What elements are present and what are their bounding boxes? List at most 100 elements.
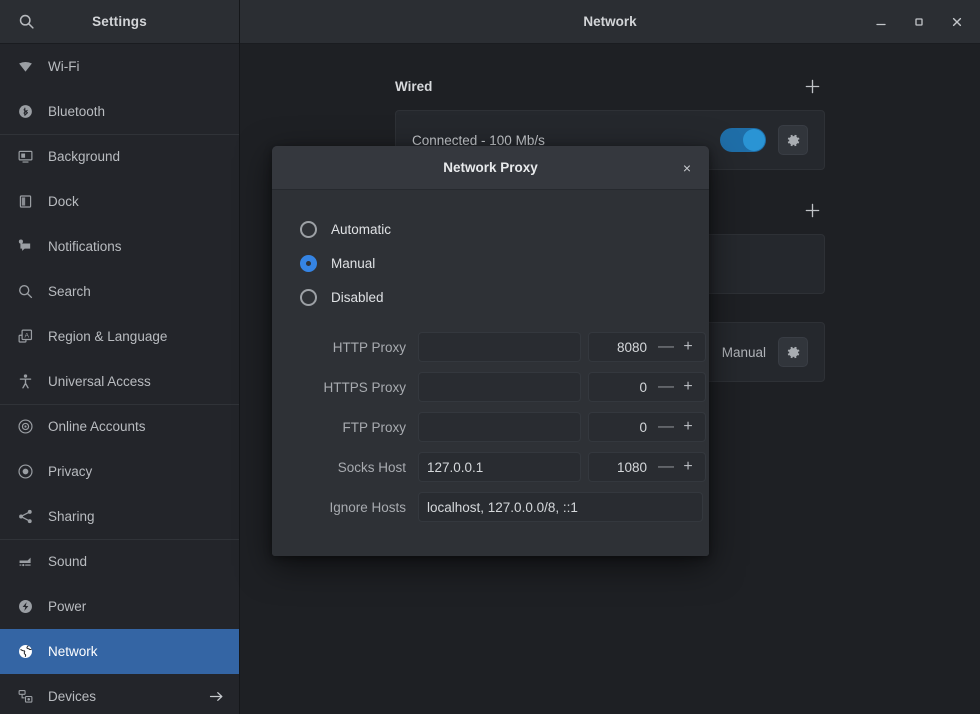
sidebar-header: Settings bbox=[0, 0, 239, 44]
sidebar-item-dock[interactable]: Dock bbox=[0, 179, 239, 224]
https-proxy-port-increment-button[interactable]: + bbox=[677, 374, 699, 400]
search-icon bbox=[16, 283, 34, 301]
sidebar-item-devices[interactable]: Devices bbox=[0, 674, 239, 714]
sidebar-item-network[interactable]: Network bbox=[0, 629, 239, 674]
https-proxy-port-spinner[interactable]: 0— + bbox=[588, 372, 706, 402]
sidebar-item-label: Privacy bbox=[48, 464, 93, 479]
https-proxy-port-decrement-button[interactable]: — bbox=[655, 374, 677, 400]
sharing-icon bbox=[16, 508, 34, 526]
ignore-hosts-label: Ignore Hosts bbox=[329, 499, 406, 515]
sidebar-item-sharing[interactable]: Sharing bbox=[0, 494, 239, 539]
devices-icon bbox=[16, 688, 34, 706]
radio-label: Automatic bbox=[331, 221, 392, 237]
arrow-right-icon bbox=[208, 688, 225, 705]
maximize-icon[interactable] bbox=[902, 7, 936, 37]
socks-host-port-spinner[interactable]: 1080— + bbox=[588, 452, 706, 482]
proxy-mode-radio-group: Automatic Manual Disabled bbox=[300, 212, 681, 314]
sidebar-item-wi-fi[interactable]: Wi-Fi bbox=[0, 44, 239, 89]
ftp-proxy-port-decrement-button[interactable]: — bbox=[655, 414, 677, 440]
sidebar-item-label: Universal Access bbox=[48, 374, 151, 389]
sidebar-item-label: Region & Language bbox=[48, 329, 168, 344]
sidebar-item-label: Notifications bbox=[48, 239, 122, 254]
socks-host-label: Socks Host bbox=[337, 459, 406, 475]
wired-toggle[interactable] bbox=[720, 128, 766, 152]
add-secondary-button[interactable] bbox=[799, 197, 825, 223]
universal-access-icon bbox=[16, 373, 34, 391]
radio-label: Manual bbox=[331, 255, 376, 271]
proxy-settings-gear-icon[interactable] bbox=[778, 337, 808, 367]
http-proxy-port-spinner[interactable]: 8080— + bbox=[588, 332, 706, 362]
notifications-icon bbox=[16, 238, 34, 256]
svg-text:A: A bbox=[24, 332, 29, 339]
ftp-proxy-input[interactable] bbox=[418, 412, 581, 442]
ftp-proxy-port-increment-button[interactable]: + bbox=[677, 414, 699, 440]
sidebar-item-label: Bluetooth bbox=[48, 104, 106, 119]
radio-indicator[interactable] bbox=[300, 220, 317, 238]
sidebar-item-sound[interactable]: Sound bbox=[0, 539, 239, 584]
wifi-icon bbox=[16, 58, 34, 76]
radio-indicator[interactable] bbox=[300, 254, 317, 272]
sidebar-item-bluetooth[interactable]: Bluetooth bbox=[0, 89, 239, 134]
sound-icon bbox=[16, 553, 34, 571]
sidebar-item-label: Sharing bbox=[48, 509, 95, 524]
http-proxy-label: HTTP Proxy bbox=[332, 339, 406, 355]
http-proxy-port-increment-button[interactable]: + bbox=[677, 334, 699, 360]
online-accounts-icon bbox=[16, 418, 34, 436]
section-header: Wired bbox=[395, 74, 825, 98]
wired-settings-gear-icon[interactable] bbox=[778, 125, 808, 155]
ftp-proxy-port-value[interactable]: 0 bbox=[597, 420, 655, 435]
ftp-proxy-port-spinner[interactable]: 0— + bbox=[588, 412, 706, 442]
sidebar-item-online-accounts[interactable]: Online Accounts bbox=[0, 404, 239, 449]
http-proxy-port-decrement-button[interactable]: — bbox=[655, 334, 677, 360]
privacy-icon bbox=[16, 463, 34, 481]
search-icon[interactable] bbox=[10, 6, 42, 38]
radio-label: Disabled bbox=[331, 289, 384, 305]
radio-indicator[interactable] bbox=[300, 288, 317, 306]
socks-host-port-decrement-button[interactable]: — bbox=[655, 454, 677, 480]
form-row-ignore-hosts: Ignore Hosts localhost, 127.0.0.0/8, ::1 bbox=[300, 492, 703, 522]
socks-host-port-increment-button[interactable]: + bbox=[677, 454, 699, 480]
sidebar-item-power[interactable]: Power bbox=[0, 584, 239, 629]
bluetooth-icon bbox=[16, 103, 34, 121]
radio-disabled[interactable]: Disabled bbox=[300, 280, 681, 314]
sidebar-item-label: Network bbox=[48, 644, 98, 659]
ftp-proxy-label: FTP Proxy bbox=[342, 419, 406, 435]
socks-host-input[interactable]: 127.0.0.1 bbox=[418, 452, 581, 482]
add-wired-button[interactable] bbox=[799, 73, 825, 99]
sidebar-item-privacy[interactable]: Privacy bbox=[0, 449, 239, 494]
sidebar-item-label: Power bbox=[48, 599, 87, 614]
dialog-close-icon[interactable]: × bbox=[673, 154, 701, 182]
close-icon[interactable] bbox=[940, 7, 974, 37]
socks-host-port-value[interactable]: 1080 bbox=[597, 460, 655, 475]
dialog-title: Network Proxy bbox=[443, 160, 538, 175]
dialog-body: Automatic Manual Disabled HTTP Proxy 8080— +… bbox=[272, 190, 709, 556]
radio-manual[interactable]: Manual bbox=[300, 246, 681, 280]
sidebar-item-region-language[interactable]: A Region & Language bbox=[0, 314, 239, 359]
form-row-socks-host: Socks Host 127.0.0.1 1080— + bbox=[300, 452, 706, 482]
sidebar-item-label: Online Accounts bbox=[48, 419, 146, 434]
form-row-https-proxy: HTTPS Proxy 0— + bbox=[300, 372, 706, 402]
sidebar-item-notifications[interactable]: Notifications bbox=[0, 224, 239, 269]
https-proxy-input[interactable] bbox=[418, 372, 581, 402]
form-row-ftp-proxy: FTP Proxy 0— + bbox=[300, 412, 706, 442]
sidebar-item-universal-access[interactable]: Universal Access bbox=[0, 359, 239, 404]
settings-window: Settings Wi-Fi Bluetooth Background Dock Not… bbox=[0, 0, 980, 714]
http-proxy-port-value[interactable]: 8080 bbox=[597, 340, 655, 355]
http-proxy-input[interactable] bbox=[418, 332, 581, 362]
power-icon bbox=[16, 598, 34, 616]
proxy-row-value: Manual bbox=[721, 344, 766, 360]
sidebar-item-background[interactable]: Background bbox=[0, 134, 239, 179]
sidebar-item-list: Wi-Fi Bluetooth Background Dock Notification… bbox=[0, 44, 239, 714]
window-controls bbox=[864, 7, 974, 37]
ignore-hosts-input[interactable]: localhost, 127.0.0.0/8, ::1 bbox=[418, 492, 703, 522]
radio-automatic[interactable]: Automatic bbox=[300, 212, 681, 246]
network-icon bbox=[16, 643, 34, 661]
https-proxy-port-value[interactable]: 0 bbox=[597, 380, 655, 395]
sidebar-item-label: Dock bbox=[48, 194, 79, 209]
minimize-icon[interactable] bbox=[864, 7, 898, 37]
sidebar-item-label: Sound bbox=[48, 554, 88, 569]
sidebar-item-search[interactable]: Search bbox=[0, 269, 239, 314]
https-proxy-label: HTTPS Proxy bbox=[323, 379, 406, 395]
sidebar-item-label: Devices bbox=[48, 689, 97, 704]
network-proxy-dialog: Network Proxy × Automatic Manual Disabled … bbox=[272, 146, 709, 556]
